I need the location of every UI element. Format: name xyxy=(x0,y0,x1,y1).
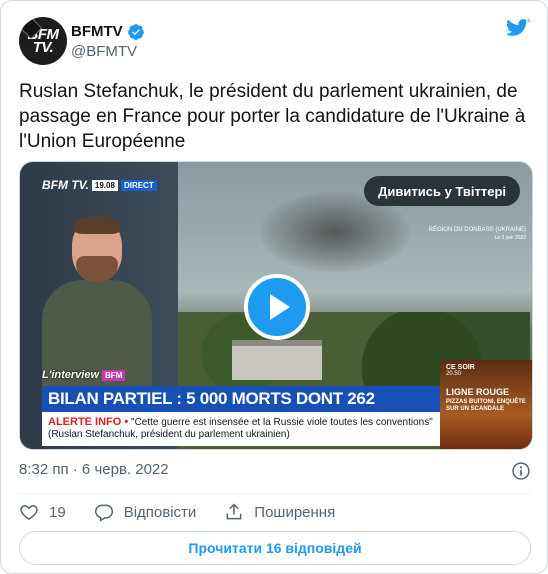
alert-ticker: ALERTE INFO • "Cette guerre est insensée… xyxy=(42,412,442,446)
bfm-direct-badge: DIRECT xyxy=(120,179,157,191)
interview-tag: L'interview BFM xyxy=(42,367,126,383)
display-name[interactable]: BFMTV xyxy=(71,23,123,40)
watch-on-twitter-button[interactable]: Дивитись у Твіттері xyxy=(364,176,520,206)
reply-label: Відповісти xyxy=(123,503,197,521)
interviewee xyxy=(42,216,152,390)
alert-label: ALERTE INFO • xyxy=(48,416,129,428)
heart-icon xyxy=(20,504,38,520)
promo-line4: PIZZAS BUITONI, ENQUÊTE SUR UN SCANDALE xyxy=(446,399,526,412)
region-label: RÉGION DU DONBASS (UKRAINE) xyxy=(428,227,526,233)
promo-line3: LIGNE ROUGE xyxy=(446,387,510,397)
promo-line1: CE SOIR xyxy=(446,364,475,371)
tweet-header: BFM TV. BFMTV @BFMTV xyxy=(19,17,145,65)
reply-button[interactable]: Відповісти xyxy=(94,502,197,522)
avatar[interactable]: BFM TV. xyxy=(19,17,67,65)
action-bar: 19 Відповісти Поширення xyxy=(19,500,363,524)
tweet-card: BFM TV. BFMTV @BFMTV Ruslan Stefanchuk, … xyxy=(0,0,548,574)
twitter-bird-icon[interactable] xyxy=(507,19,531,39)
play-button[interactable] xyxy=(244,274,310,340)
video-media[interactable]: BFM TV. 19.08 DIRECT RÉGION DU DONBASS (… xyxy=(19,161,533,450)
bfm-time: 19.08 xyxy=(91,179,118,191)
promo-box: CE SOIR 20.50 LIGNE ROUGE PIZZAS BUITONI… xyxy=(440,360,532,449)
share-upload-icon xyxy=(226,503,242,520)
handle[interactable]: @BFMTV xyxy=(71,43,145,60)
alert-source: (Ruslan Stefanchuk, président du parleme… xyxy=(48,429,290,440)
like-count: 19 xyxy=(49,503,66,521)
alert-quote: "Cette guerre est insensée et la Russie … xyxy=(131,417,433,428)
share-button[interactable]: Поширення xyxy=(224,502,335,522)
like-button[interactable]: 19 xyxy=(19,502,66,522)
building-roof xyxy=(232,340,322,380)
region-caption: RÉGION DU DONBASS (UKRAINE) Le 3 juin 20… xyxy=(429,226,526,242)
author-names: BFMTV @BFMTV xyxy=(71,23,145,60)
interviewee-hair xyxy=(74,216,120,234)
region-date: Le 3 juin 2022 xyxy=(494,235,526,241)
play-icon xyxy=(270,294,290,320)
name-row: BFMTV xyxy=(71,23,145,41)
share-label: Поширення xyxy=(254,503,336,521)
tweet-text: Ruslan Stefanchuk, le président du parle… xyxy=(19,81,526,152)
divider xyxy=(19,493,531,494)
tweet-timestamp[interactable]: 8:32 пп · 6 черв. 2022 xyxy=(19,461,169,478)
interview-badge: BFM xyxy=(102,369,126,381)
info-icon[interactable] xyxy=(511,461,531,481)
reply-bubble-icon xyxy=(94,504,113,522)
verified-badge-icon xyxy=(127,23,144,40)
promo-line2: 20.50 xyxy=(446,371,462,377)
bfm-logo: BFM TV. xyxy=(42,178,89,192)
news-headline: BILAN PARTIEL : 5 000 MORTS DONT 262 ENF… xyxy=(42,386,442,434)
interviewee-beard xyxy=(76,256,118,282)
bfm-channel-tag: BFM TV. 19.08 DIRECT xyxy=(42,174,157,196)
read-replies-button[interactable]: Прочитати 16 відповідей xyxy=(19,531,531,565)
interview-label: L'interview xyxy=(42,369,100,381)
